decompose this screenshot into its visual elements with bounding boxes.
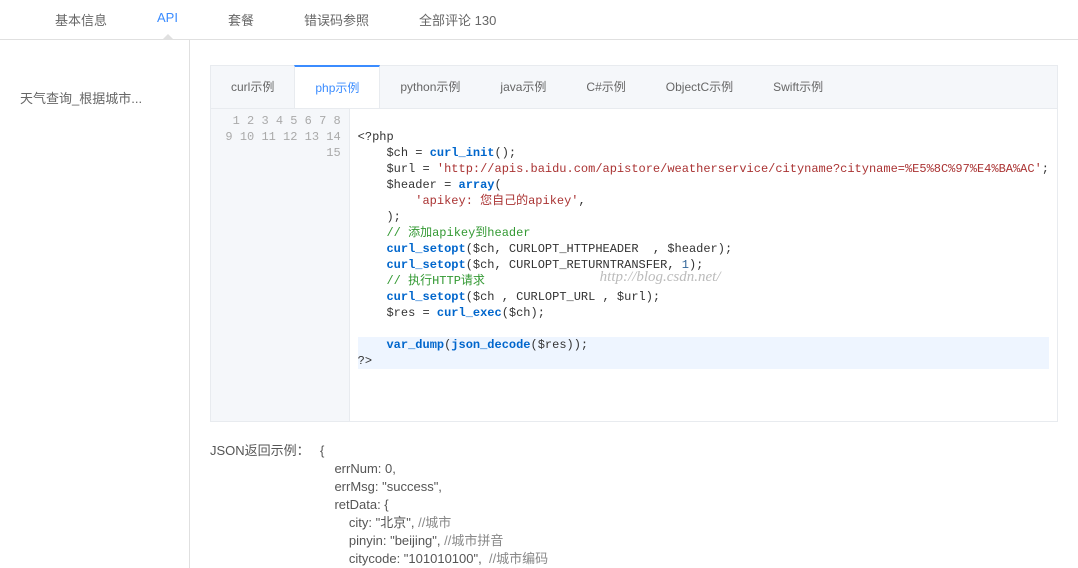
json-label: JSON返回示例：: [210, 442, 320, 568]
lang-tab-java[interactable]: java示例: [480, 66, 566, 108]
code-box: 1 2 3 4 5 6 7 8 9 10 11 12 13 14 15 <?ph…: [210, 109, 1058, 422]
tab-api[interactable]: API: [132, 0, 203, 39]
tab-package[interactable]: 套餐: [203, 0, 279, 39]
tab-comments[interactable]: 全部评论 130: [394, 0, 521, 39]
line-gutter: 1 2 3 4 5 6 7 8 9 10 11 12 13 14 15: [211, 109, 350, 421]
lang-tab-python[interactable]: python示例: [380, 66, 480, 108]
code-lines[interactable]: <?php $ch = curl_init(); $url = 'http://…: [350, 109, 1057, 421]
sidebar-item-weather[interactable]: 天气查询_根据城市...: [0, 80, 189, 115]
code-line: curl_setopt($ch, CURLOPT_RETURNTRANSFER,…: [358, 257, 1049, 273]
code-line: $header = array(: [358, 177, 1049, 193]
tab-basic[interactable]: 基本信息: [30, 0, 132, 39]
code-line: <?php: [358, 129, 1049, 145]
top-tabs: 基本信息 API 套餐 错误码参照 全部评论 130: [0, 0, 1078, 40]
code-line: curl_setopt($ch, CURLOPT_HTTPHEADER , $h…: [358, 241, 1049, 257]
code-line: $url = 'http://apis.baidu.com/apistore/w…: [358, 161, 1049, 177]
lang-tab-swift[interactable]: Swift示例: [753, 66, 843, 108]
lang-tab-curl[interactable]: curl示例: [211, 66, 294, 108]
code-line: ?>: [358, 353, 1049, 369]
lang-tab-objectc[interactable]: ObjectC示例: [646, 66, 753, 108]
lang-tabs: curl示例 php示例 python示例 java示例 C#示例 Object…: [210, 65, 1058, 109]
code-line: 'apikey: 您自己的apikey',: [358, 193, 1049, 209]
json-example: JSON返回示例： { errNum: 0, errMsg: "success"…: [210, 442, 1058, 568]
json-content: { errNum: 0, errMsg: "success", retData:…: [320, 442, 548, 568]
code-line: );: [358, 209, 1049, 225]
content: curl示例 php示例 python示例 java示例 C#示例 Object…: [190, 40, 1078, 568]
main-area: 天气查询_根据城市... curl示例 php示例 python示例 java示…: [0, 40, 1078, 568]
lang-tab-csharp[interactable]: C#示例: [566, 66, 645, 108]
code-line: var_dump(json_decode($res));: [358, 337, 1049, 353]
code-line: // 添加apikey到header: [358, 225, 1049, 241]
code-line: // 执行HTTP请求: [358, 273, 1049, 289]
code-line: curl_setopt($ch , CURLOPT_URL , $url);: [358, 289, 1049, 305]
code-line: [358, 321, 1049, 337]
lang-tab-php[interactable]: php示例: [294, 65, 380, 108]
code-line: $res = curl_exec($ch);: [358, 305, 1049, 321]
sidebar: 天气查询_根据城市...: [0, 40, 190, 568]
tab-errcode[interactable]: 错误码参照: [279, 0, 394, 39]
code-line: $ch = curl_init();: [358, 145, 1049, 161]
